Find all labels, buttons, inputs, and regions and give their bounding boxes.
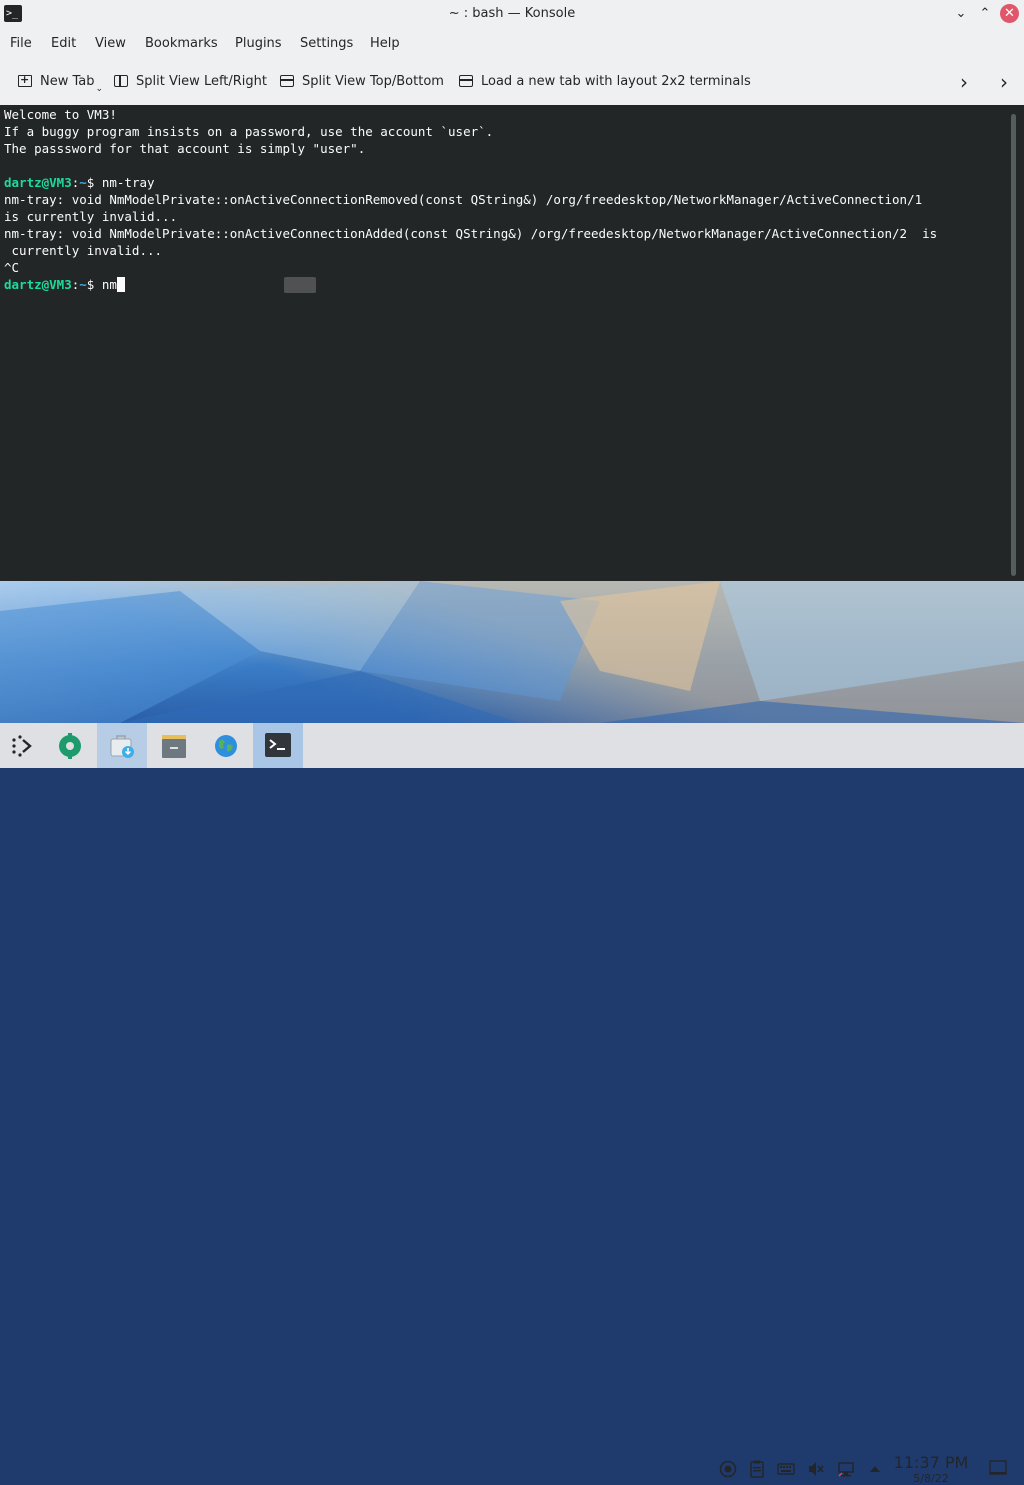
menu-help[interactable]: Help bbox=[370, 32, 400, 56]
task-discover[interactable] bbox=[97, 723, 147, 768]
prompt-user: dartz@VM3 bbox=[4, 175, 72, 190]
globe-icon bbox=[215, 735, 237, 757]
terminal-prompt-line: dartz@VM3:~$ nm-tray bbox=[4, 174, 155, 191]
menu-edit[interactable]: Edit bbox=[51, 32, 76, 56]
terminal-line: ^C bbox=[4, 260, 20, 275]
prompt-symbol: $ bbox=[86, 277, 102, 292]
menu-bar: File Edit View Bookmarks Plugins Setting… bbox=[0, 32, 1024, 56]
task-file-manager[interactable] bbox=[152, 723, 196, 768]
menu-plugins[interactable]: Plugins bbox=[235, 32, 282, 56]
command-input[interactable]: nm bbox=[102, 277, 117, 292]
taskbar-panel: 11:37 PM 5/8/22 bbox=[0, 723, 1024, 1485]
split-top-bottom-label: Split View Top/Bottom bbox=[302, 74, 444, 89]
file-manager-icon bbox=[162, 735, 186, 758]
prompt-path: ~ bbox=[79, 277, 87, 292]
launcher-icon bbox=[12, 735, 32, 757]
settings-gear-icon bbox=[59, 733, 81, 759]
task-konsole[interactable] bbox=[253, 723, 303, 768]
clock-time[interactable]: 11:37 PM bbox=[892, 1453, 970, 1472]
text-cursor bbox=[116, 277, 125, 292]
terminal-line: nm-tray: void NmModelPrivate::onActiveCo… bbox=[4, 226, 938, 241]
terminal-line: is currently invalid... bbox=[4, 209, 178, 224]
terminal-icon bbox=[265, 733, 291, 757]
split-vertical-icon bbox=[114, 74, 128, 87]
clock-date[interactable]: 5/8/22 bbox=[892, 1472, 970, 1485]
terminal-line: nm-tray: void NmModelPrivate::onActiveCo… bbox=[4, 192, 923, 207]
terminal-line: If a buggy program insists on a password… bbox=[4, 124, 494, 139]
application-launcher[interactable] bbox=[0, 723, 44, 768]
volume-muted-icon[interactable] bbox=[807, 1460, 825, 1478]
layout-2x2-button[interactable]: Load a new tab with layout 2x2 terminals bbox=[459, 62, 751, 102]
menu-settings[interactable]: Settings bbox=[300, 32, 353, 56]
prompt-path: ~ bbox=[79, 175, 87, 190]
split-left-right-label: Split View Left/Right bbox=[136, 74, 268, 89]
terminal-line: The passsword for that account is simply… bbox=[4, 141, 366, 156]
ime-popup bbox=[284, 277, 316, 293]
maximize-button[interactable]: ⌃ bbox=[975, 4, 995, 24]
camera-shutter-icon[interactable] bbox=[719, 1460, 737, 1478]
menu-file[interactable]: File bbox=[10, 32, 32, 56]
command-text: nm-tray bbox=[101, 175, 155, 190]
konsole-window: >_ ~ : bash — Konsole ⌄ ⌃ ✕ File Edit Vi… bbox=[0, 0, 1024, 581]
show-desktop-icon[interactable] bbox=[989, 1459, 1007, 1477]
main-toolbar: New Tab⌄ Split View Left/Right Split Vie… bbox=[0, 60, 1024, 102]
software-center-icon bbox=[110, 735, 134, 758]
terminal-input-line[interactable]: dartz@VM3:~$ nm bbox=[4, 276, 125, 293]
split-left-right-button[interactable]: Split View Left/Right bbox=[114, 62, 267, 102]
tray-expand-arrow-icon[interactable] bbox=[866, 1460, 884, 1478]
layout-grid-icon bbox=[459, 74, 473, 87]
keyboard-icon[interactable] bbox=[777, 1460, 795, 1478]
new-tab-button[interactable]: New Tab⌄ bbox=[18, 60, 104, 102]
network-wired-icon[interactable] bbox=[837, 1460, 855, 1478]
menu-view[interactable]: View bbox=[95, 32, 126, 56]
desktop-wallpaper bbox=[0, 581, 1024, 723]
menu-bookmarks[interactable]: Bookmarks bbox=[145, 32, 218, 56]
close-button[interactable]: ✕ bbox=[1000, 4, 1019, 23]
task-web-browser[interactable] bbox=[204, 723, 248, 768]
title-bar[interactable]: >_ ~ : bash — Konsole ⌄ ⌃ ✕ bbox=[0, 0, 1024, 28]
toolbar-overflow-icon[interactable]: › bbox=[1000, 62, 1008, 102]
split-top-bottom-button[interactable]: Split View Top/Bottom bbox=[280, 62, 444, 102]
prompt-symbol: $ bbox=[86, 175, 102, 190]
toolbar-scroll-right-icon[interactable]: › bbox=[960, 62, 968, 102]
window-title: ~ : bash — Konsole bbox=[448, 6, 576, 21]
clipboard-icon[interactable] bbox=[748, 1460, 766, 1478]
split-horizontal-icon bbox=[280, 74, 294, 87]
prompt-user: dartz@VM3 bbox=[4, 277, 72, 292]
minimize-button[interactable]: ⌄ bbox=[951, 4, 971, 24]
terminal-line: currently invalid... bbox=[4, 243, 163, 258]
new-tab-label: New Tab bbox=[40, 74, 95, 89]
layout-2x2-label: Load a new tab with layout 2x2 terminals bbox=[481, 74, 751, 89]
wallpaper-facets bbox=[0, 581, 1024, 723]
terminal-scrollbar[interactable] bbox=[1011, 114, 1016, 576]
task-system-settings[interactable] bbox=[48, 723, 92, 768]
dropdown-indicator-icon: ⌄ bbox=[95, 84, 104, 94]
new-tab-icon bbox=[18, 60, 32, 100]
terminal-line: Welcome to VM3! bbox=[4, 107, 117, 122]
